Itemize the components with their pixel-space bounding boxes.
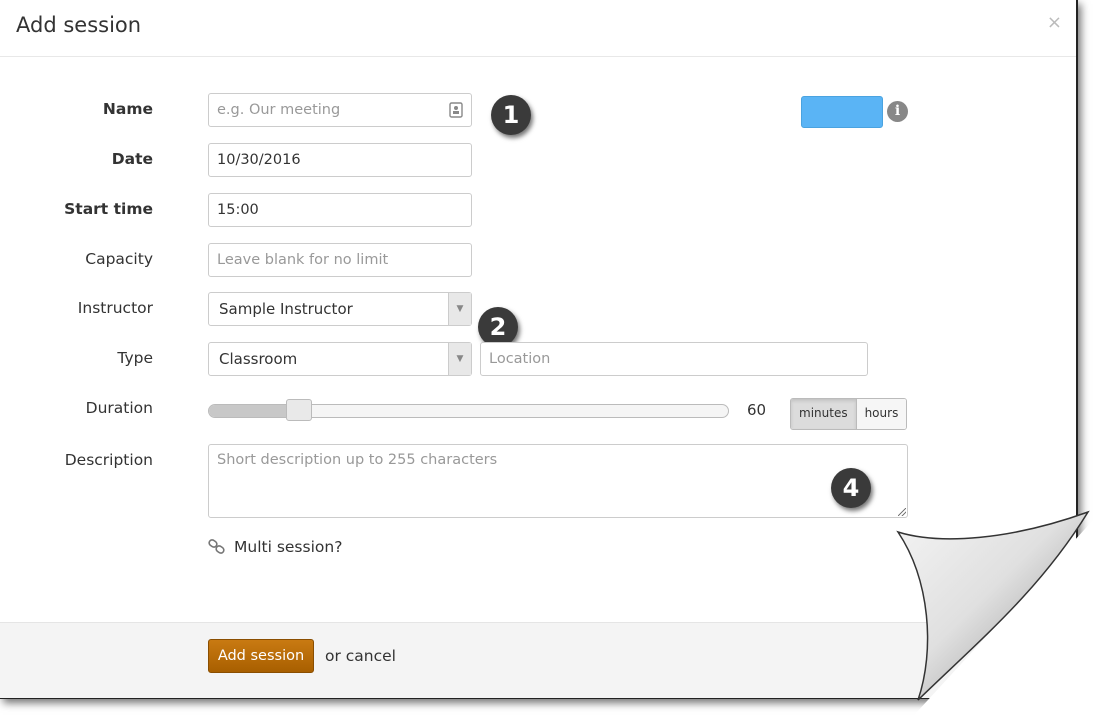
date-label: Date bbox=[111, 150, 153, 168]
resize-handle-icon[interactable] bbox=[898, 508, 906, 516]
description-textarea[interactable]: Short description up to 255 characters bbox=[208, 444, 908, 518]
callout-badge-4: 4 bbox=[831, 468, 871, 508]
date-input[interactable]: 10/30/2016 bbox=[208, 143, 472, 177]
start-time-input[interactable]: 15:00 bbox=[208, 193, 472, 227]
capacity-label: Capacity bbox=[85, 250, 153, 268]
duration-value: 60 bbox=[747, 401, 767, 419]
link-icon bbox=[208, 539, 225, 554]
capacity-input[interactable]: Leave blank for no limit bbox=[208, 243, 472, 277]
info-icon[interactable]: i bbox=[887, 101, 908, 122]
description-placeholder: Short description up to 255 characters bbox=[217, 452, 498, 468]
hours-button[interactable]: hours bbox=[856, 399, 907, 429]
duration-label: Duration bbox=[85, 399, 153, 417]
cancel-link[interactable]: or cancel bbox=[325, 647, 396, 665]
type-selected: Classroom bbox=[219, 350, 298, 368]
dialog-header: Add session × bbox=[0, 0, 1076, 57]
duration-unit-toggle: minutes hours bbox=[790, 398, 908, 430]
duration-slider-handle[interactable] bbox=[286, 399, 312, 421]
contact-card-icon[interactable] bbox=[449, 102, 463, 118]
minutes-button[interactable]: minutes bbox=[791, 399, 857, 429]
color-picker-swatch[interactable] bbox=[801, 96, 883, 128]
instructor-selected: Sample Instructor bbox=[219, 300, 353, 318]
multi-session-label: Multi session? bbox=[234, 538, 343, 556]
chevron-down-icon[interactable]: ▼ bbox=[448, 343, 471, 375]
close-icon[interactable]: × bbox=[1047, 12, 1062, 33]
type-label: Type bbox=[117, 349, 153, 367]
start-time-label: Start time bbox=[64, 200, 153, 218]
chevron-down-icon[interactable]: ▼ bbox=[448, 293, 471, 325]
location-input[interactable]: Location bbox=[480, 342, 868, 376]
name-input[interactable]: e.g. Our meeting bbox=[208, 93, 472, 127]
dialog-title: Add session bbox=[16, 13, 142, 37]
callout-badge-2: 2 bbox=[478, 307, 518, 347]
dialog-footer bbox=[0, 622, 1076, 698]
instructor-label: Instructor bbox=[77, 299, 153, 317]
name-placeholder: e.g. Our meeting bbox=[217, 102, 341, 118]
add-session-button[interactable]: Add session bbox=[208, 639, 314, 673]
description-label: Description bbox=[64, 451, 153, 469]
name-label: Name bbox=[102, 100, 153, 118]
type-select[interactable]: Classroom ▼ bbox=[208, 342, 472, 376]
instructor-select[interactable]: Sample Instructor ▼ bbox=[208, 292, 472, 326]
add-session-dialog: Add session × Name e.g. Our meeting 1 i … bbox=[0, 0, 1078, 699]
callout-badge-1: 1 bbox=[491, 95, 531, 135]
multi-session-link[interactable]: Multi session? bbox=[208, 538, 342, 556]
